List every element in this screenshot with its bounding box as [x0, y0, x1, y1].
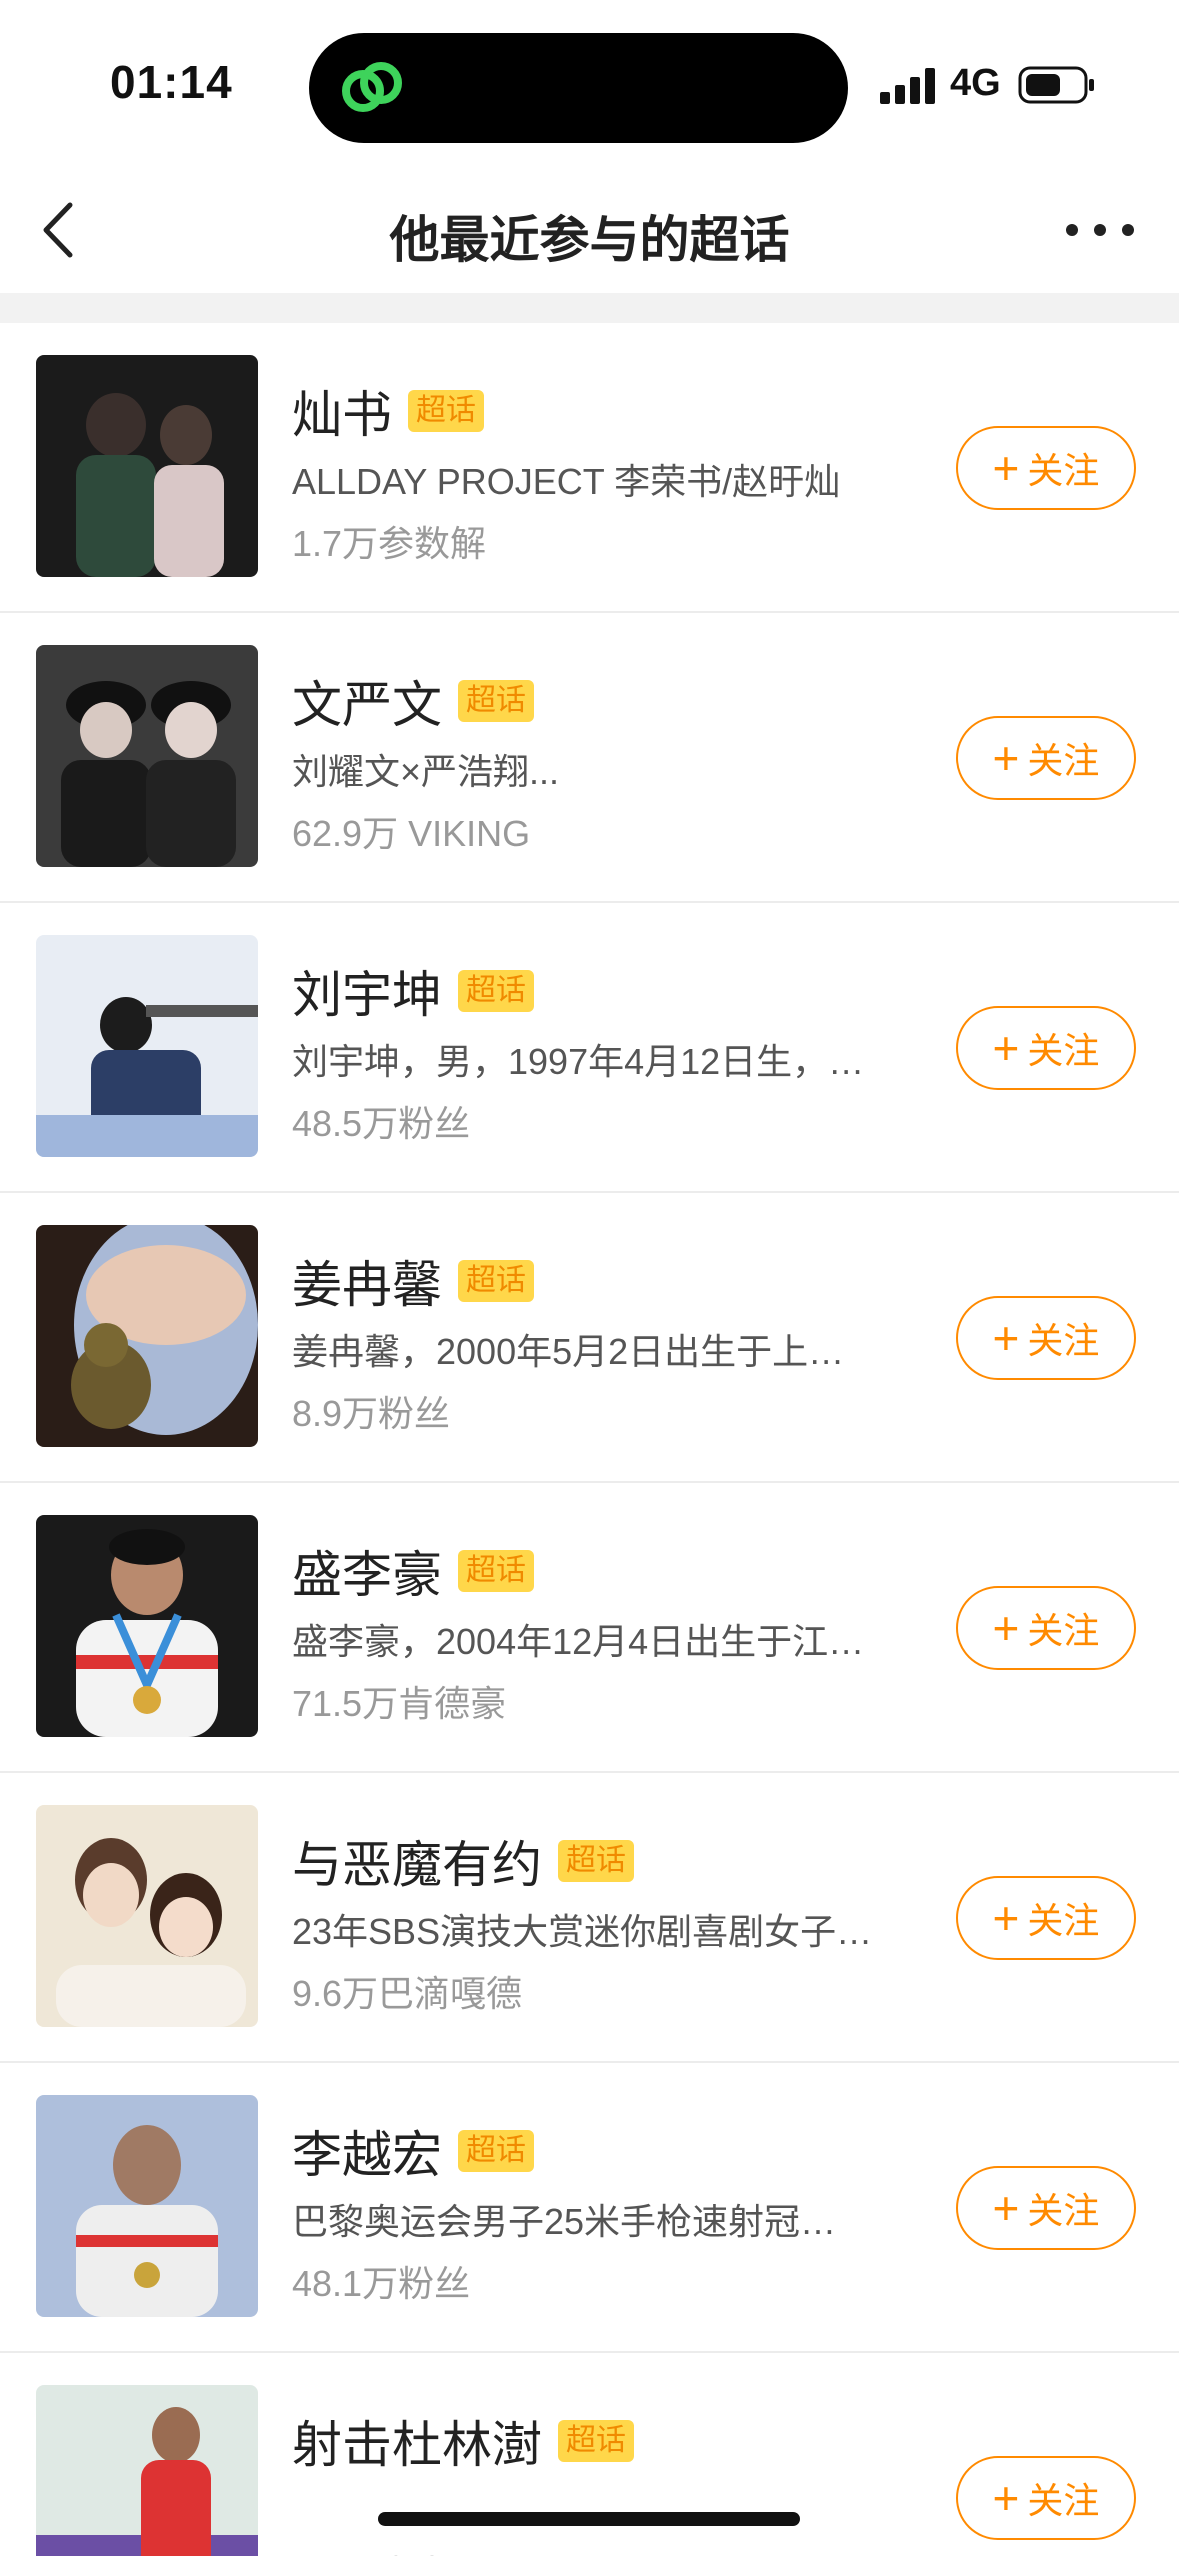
follow-label: 关注 — [1027, 1030, 1100, 1071]
topic-thumbnail — [36, 935, 258, 1157]
supertopic-badge: 超话 — [558, 2420, 634, 2462]
plus-icon: + — [992, 732, 1020, 784]
list-item[interactable]: 李越宏 超话 巴黎奥运会男子25米手枪速射冠… 48.1万粉丝 + 关注 — [0, 2063, 1179, 2353]
supertopic-badge: 超话 — [458, 970, 534, 1012]
topic-fans: 9.6万巴滴嘎德 — [292, 1973, 523, 2014]
topic-name: 射击杜林澍 — [292, 2417, 542, 2473]
list-item[interactable]: 姜冉馨 超话 姜冉馨，2000年5月2日出生于上… 8.9万粉丝 + 关注 — [0, 1193, 1179, 1483]
list-item[interactable]: 与恶魔有约 超话 23年SBS演技大赏迷你剧喜剧女子… 9.6万巴滴嘎德 + 关注 — [0, 1773, 1179, 2063]
follow-button[interactable]: + 关注 — [956, 1006, 1136, 1090]
supertopic-badge: 超话 — [408, 390, 484, 432]
follow-button[interactable]: + 关注 — [956, 2456, 1136, 2540]
follow-label: 关注 — [1027, 740, 1100, 781]
nav-bar: 他最近参与的超话 — [0, 165, 1179, 293]
battery-icon — [1018, 66, 1094, 104]
follow-button[interactable]: + 关注 — [956, 426, 1136, 510]
supertopic-badge: 超话 — [458, 2130, 534, 2172]
plus-icon: + — [992, 1892, 1020, 1944]
topic-description: 刘耀文×严浩翔... — [292, 751, 560, 792]
topic-name: 姜冉馨 — [292, 1257, 442, 1313]
list-item[interactable]: 灿书 超话 ALLDAY PROJECT 李荣书/赵旴灿 1.7万参数解 + 关注 — [0, 323, 1179, 613]
topic-description: 巴黎奥运会男子25米手枪速射冠… — [292, 2201, 837, 2242]
topic-name: 与恶魔有约 — [292, 1837, 542, 1893]
plus-icon: + — [992, 2472, 1020, 2524]
plus-icon: + — [992, 2182, 1020, 2234]
follow-button[interactable]: + 关注 — [956, 1586, 1136, 1670]
topic-thumbnail — [36, 645, 258, 867]
topic-description: 姜冉馨，2000年5月2日出生于上… — [292, 1331, 845, 1372]
topic-thumbnail — [36, 2095, 258, 2317]
list-item[interactable]: 刘宇坤 超话 刘宇坤，男，1997年4月12日生，… 48.5万粉丝 + 关注 — [0, 903, 1179, 1193]
topic-thumbnail — [36, 355, 258, 577]
list-item[interactable]: 盛李豪 超话 盛李豪，2004年12月4日出生于江… 71.5万肯德豪 + 关注 — [0, 1483, 1179, 1773]
status-time: 01:14 — [110, 56, 233, 108]
topic-thumbnail — [36, 1805, 258, 2027]
follow-button[interactable]: + 关注 — [956, 716, 1136, 800]
page-title: 他最近参与的超话 — [389, 212, 790, 268]
follow-label: 关注 — [1027, 2480, 1100, 2521]
list-item[interactable]: 文严文 超话 刘耀文×严浩翔... 62.9万 VIKING + 关注 — [0, 613, 1179, 903]
supertopic-badge: 超话 — [458, 680, 534, 722]
topic-name: 刘宇坤 — [292, 967, 442, 1023]
follow-label: 关注 — [1027, 1320, 1100, 1361]
topic-name: 灿书 — [292, 387, 392, 443]
topic-thumbnail — [36, 2385, 258, 2556]
plus-icon: + — [992, 442, 1020, 494]
topic-fans: 8.9万粉丝 — [292, 1393, 451, 1434]
follow-button[interactable]: + 关注 — [956, 1296, 1136, 1380]
follow-label: 关注 — [1027, 1610, 1100, 1651]
plus-icon: + — [992, 1022, 1020, 1074]
topic-fans: 48.5万粉丝 — [292, 1103, 471, 1144]
topic-thumbnail — [36, 1225, 258, 1447]
follow-label: 关注 — [1027, 1900, 1100, 1941]
supertopic-badge: 超话 — [558, 1840, 634, 1882]
topic-description: 刘宇坤，男，1997年4月12日生，… — [292, 1041, 865, 1082]
status-bar: 01:14 4G — [0, 0, 1179, 165]
home-indicator — [378, 2512, 800, 2526]
topic-name: 盛李豪 — [292, 1547, 442, 1603]
network-type: 4G — [950, 62, 1001, 104]
dynamic-island — [309, 33, 848, 143]
signal-icon — [880, 68, 935, 104]
topic-description: ALLDAY PROJECT 李荣书/赵旴灿 — [292, 461, 841, 502]
topic-fans: 62.9万 VIKING — [292, 813, 531, 854]
section-divider — [0, 293, 1179, 323]
topic-name: 李越宏 — [292, 2127, 442, 2183]
supertopic-badge: 超话 — [458, 1550, 534, 1592]
topic-fans: 5.7万麦当澍 — [292, 2545, 932, 2556]
follow-label: 关注 — [1027, 2190, 1100, 2231]
topic-fans: 1.7万参数解 — [292, 523, 487, 564]
supertopic-list: 灿书 超话 ALLDAY PROJECT 李荣书/赵旴灿 1.7万参数解 + 关注 … — [0, 323, 1179, 2556]
topic-name: 文严文 — [292, 677, 442, 733]
follow-label: 关注 — [1027, 450, 1100, 491]
plus-icon: + — [992, 1602, 1020, 1654]
link-app-icon — [342, 62, 402, 112]
more-icon[interactable] — [1060, 205, 1140, 255]
topic-fans: 48.1万粉丝 — [292, 2263, 471, 2304]
topic-fans: 71.5万肯德豪 — [292, 1683, 507, 1724]
topic-thumbnail — [36, 1515, 258, 1737]
plus-icon: + — [992, 1312, 1020, 1364]
follow-button[interactable]: + 关注 — [956, 1876, 1136, 1960]
supertopic-badge: 超话 — [458, 1260, 534, 1302]
follow-button[interactable]: + 关注 — [956, 2166, 1136, 2250]
topic-description: 23年SBS演技大赏迷你剧喜剧女子… — [292, 1911, 873, 1952]
topic-description: 盛李豪，2004年12月4日出生于江… — [292, 1621, 865, 1662]
